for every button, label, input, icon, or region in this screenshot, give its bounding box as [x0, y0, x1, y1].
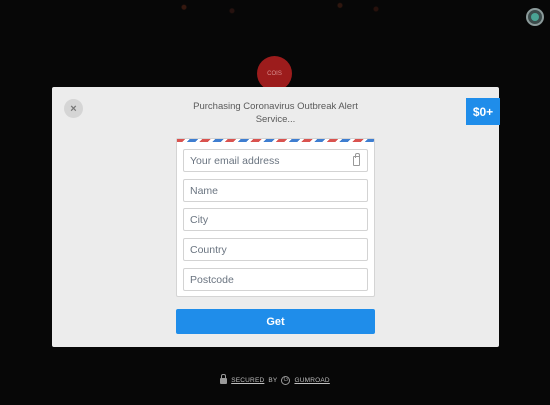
airmail-border [177, 139, 374, 142]
secured-link[interactable]: SECURED [231, 377, 264, 384]
email-input[interactable] [184, 150, 367, 171]
city-input[interactable] [184, 209, 367, 230]
email-field[interactable] [183, 149, 368, 172]
checkout-form [176, 138, 375, 297]
country-field[interactable] [183, 238, 368, 261]
name-input[interactable] [184, 180, 367, 201]
name-field[interactable] [183, 179, 368, 202]
modal-title: Purchasing Coronavirus Outbreak Alert Se… [193, 101, 358, 125]
seller-logo-text: COIS [267, 70, 282, 77]
checkout-modal: × Purchasing Coronavirus Outbreak Alert … [52, 87, 500, 347]
by-label: BY [268, 376, 278, 384]
background-banner [160, 0, 400, 18]
key-icon [353, 153, 360, 166]
price-badge: $0+ [466, 98, 500, 125]
lock-icon [220, 374, 228, 384]
city-field[interactable] [183, 208, 368, 231]
secure-footer: SECURED BY G GUMROAD [0, 374, 550, 386]
gumroad-icon: G [281, 375, 291, 385]
seller-logo: COIS [257, 56, 292, 91]
country-input[interactable] [184, 239, 367, 260]
postcode-input[interactable] [184, 269, 367, 290]
user-avatar-icon[interactable] [526, 8, 544, 26]
close-icon[interactable]: × [64, 99, 83, 118]
gumroad-link[interactable]: GUMROAD [294, 377, 329, 384]
get-button[interactable]: Get [176, 309, 375, 334]
postcode-field[interactable] [183, 268, 368, 291]
